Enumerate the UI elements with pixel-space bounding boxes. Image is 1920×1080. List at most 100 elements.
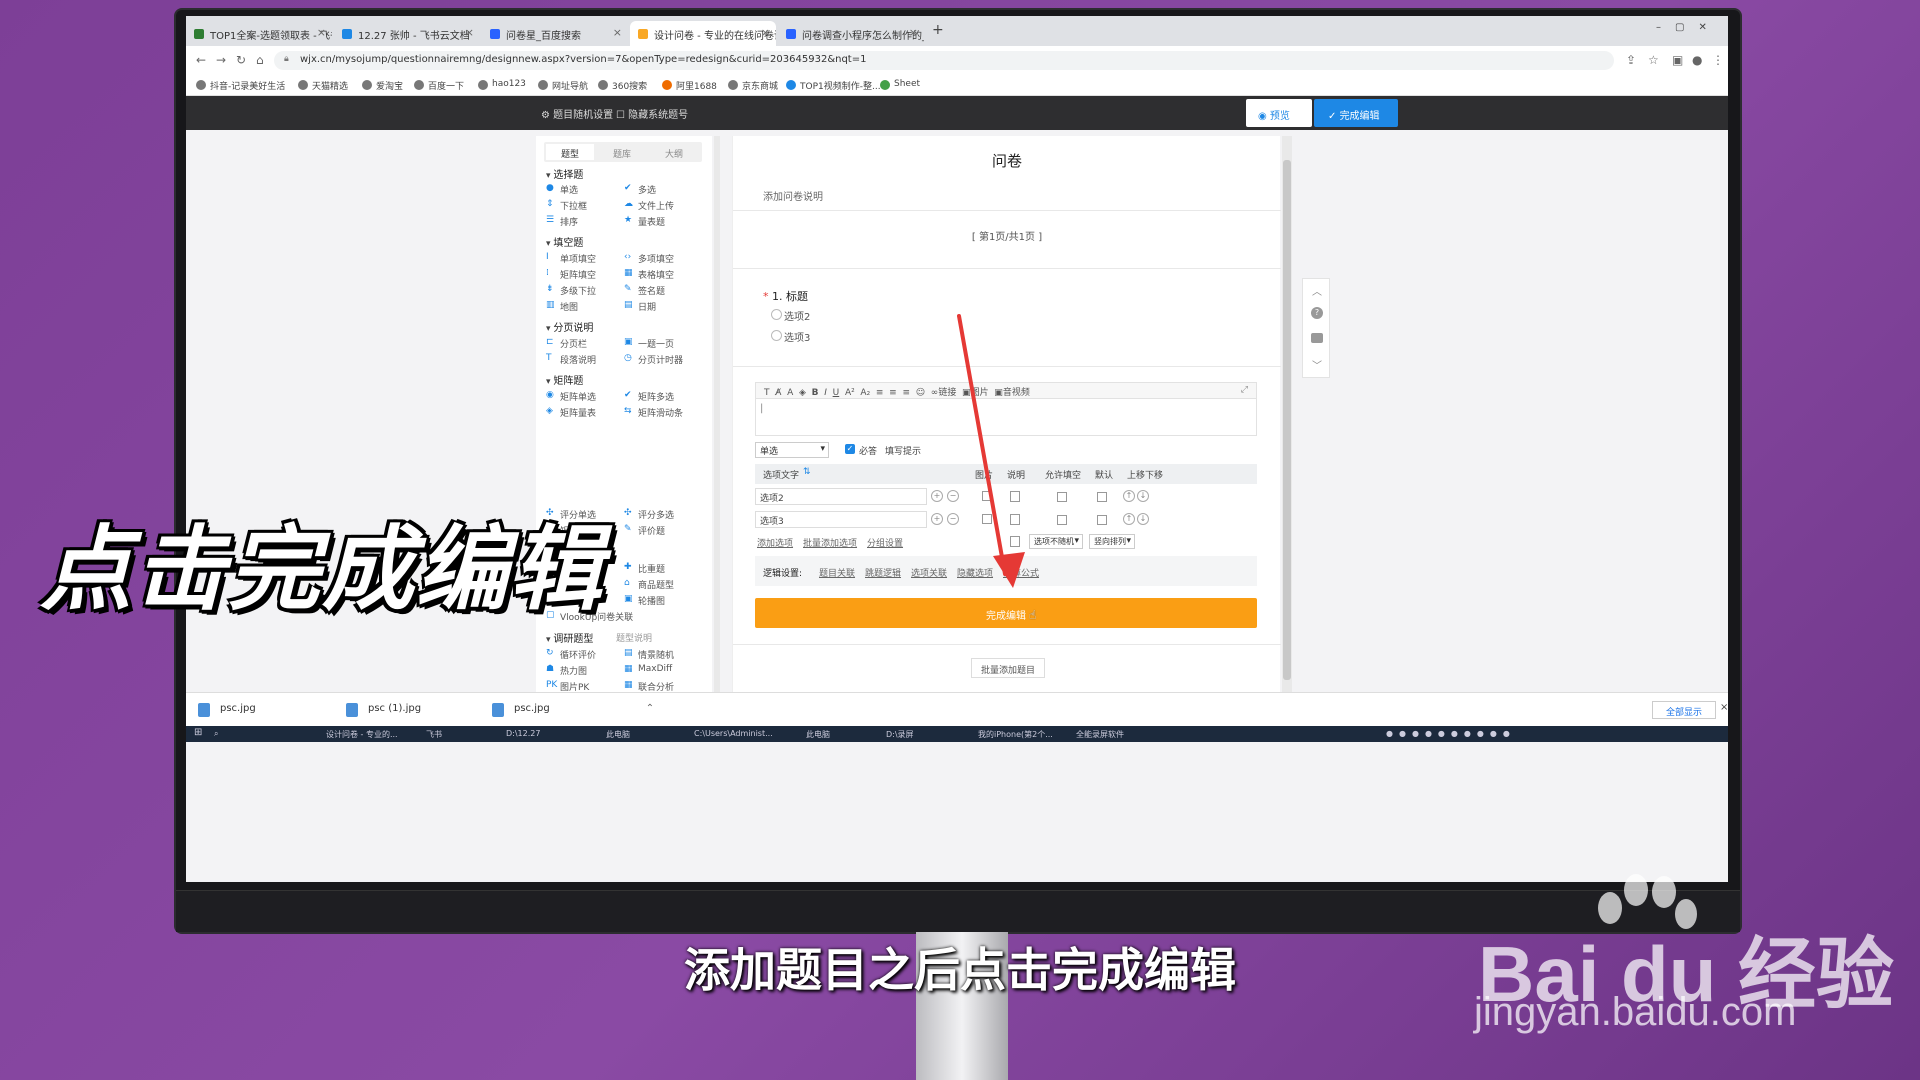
qtype-item[interactable]: ⇆ 矩阵滑动条 <box>624 406 683 419</box>
qtype-item[interactable]: ✔ 多选 <box>624 183 656 196</box>
section-title[interactable]: 选择题 <box>546 166 583 181</box>
home-icon[interactable]: ⌂ <box>256 53 264 67</box>
sidebar-icon[interactable]: ▣ <box>1672 53 1683 67</box>
qtype-item[interactable]: ▦ 表格填空 <box>624 268 674 281</box>
forward-icon[interactable]: → <box>216 53 226 67</box>
bookmark-item[interactable]: 网址导航 <box>538 79 588 92</box>
qtype-item[interactable]: ‹› 多项填空 <box>624 252 674 265</box>
qtype-item[interactable]: I 单项填空 <box>546 252 596 265</box>
taskbar-item[interactable]: 此电脑 <box>806 729 830 740</box>
qtype-item[interactable]: ⌂ 商品题型 <box>624 578 674 591</box>
back-icon[interactable]: ← <box>196 53 206 67</box>
finish-edit-top-button[interactable]: ✓ 完成编辑 <box>1314 99 1398 127</box>
qtype-item[interactable]: ⇟ 多级下拉 <box>546 284 596 297</box>
close-icon[interactable]: × <box>317 26 326 39</box>
close-icon[interactable]: × <box>1720 702 1728 713</box>
section-title[interactable]: 填空题 <box>546 234 583 249</box>
qtype-item[interactable]: ☗ 热力图 <box>546 664 587 677</box>
bookmark-item[interactable]: 360搜索 <box>598 79 647 92</box>
tab-outline[interactable]: 大纲 <box>650 144 698 160</box>
reload-icon[interactable]: ↻ <box>236 53 246 67</box>
qtype-item[interactable]: ▤ 情景随机 <box>624 648 674 661</box>
close-icon[interactable]: × <box>613 26 622 39</box>
taskbar-item[interactable]: 全能录屏软件 <box>1076 729 1124 740</box>
bookmark-star-icon[interactable]: ☆ <box>1648 53 1659 67</box>
bookmark-item[interactable]: 百度一下 <box>414 79 464 92</box>
scroll-bottom-icon[interactable]: ﹀ <box>1312 357 1322 372</box>
qtype-item[interactable]: ⊏ 分页栏 <box>546 337 587 350</box>
qtype-item[interactable]: ◉ 矩阵单选 <box>546 390 596 403</box>
qtype-item[interactable]: ▤ 日期 <box>624 300 656 313</box>
download-item[interactable]: psc.jpg⌃ <box>198 703 360 717</box>
bookmark-item[interactable]: 天猫精选 <box>298 79 348 92</box>
comment-icon[interactable] <box>1311 333 1323 343</box>
preview-button[interactable]: ◉ 预览 <box>1246 99 1312 127</box>
tab-3[interactable]: 设计问卷 - 专业的在线问卷调查× <box>630 21 776 46</box>
qtype-item[interactable]: ↻ 循环评价 <box>546 648 596 661</box>
show-all-button[interactable]: 全部显示 <box>1652 701 1716 719</box>
section-title[interactable]: 分页说明 <box>546 319 593 334</box>
qtype-item[interactable]: ● 单选 <box>546 183 578 196</box>
random-setting-button[interactable]: ⚙ 题目随机设置 <box>541 106 613 121</box>
download-item[interactable]: psc (1).jpg⌃ <box>346 703 505 717</box>
system-tray-icons[interactable]: ●●●●●●●●●● <box>1386 729 1516 738</box>
close-icon[interactable]: × <box>465 26 474 39</box>
qtype-item[interactable]: ☰ 排序 <box>546 215 578 228</box>
panel-scrollbar[interactable] <box>714 136 720 696</box>
bookmark-item[interactable]: 阿里1688 <box>662 79 717 92</box>
chevron-up-icon[interactable]: ⌃ <box>646 703 654 714</box>
qtype-item[interactable]: ▦ MaxDiff <box>624 664 672 674</box>
url-field[interactable]: 🔒︎ wjx.cn/mysojump/questionnairemng/desig… <box>274 51 1614 70</box>
new-tab-button[interactable]: + <box>932 22 944 38</box>
qtype-item[interactable]: T 段落说明 <box>546 353 596 366</box>
qtype-item[interactable]: ✎ 评价题 <box>624 524 665 537</box>
close-icon[interactable]: × <box>761 26 770 39</box>
bookmark-item[interactable]: 抖音-记录美好生活 <box>196 79 285 92</box>
taskbar-item[interactable]: D:\录屏 <box>886 729 914 740</box>
tab-2[interactable]: 问卷星_百度搜索 × <box>482 21 628 46</box>
profile-icon[interactable]: ● <box>1692 53 1702 67</box>
qtype-item[interactable]: ✚ 比重题 <box>624 562 665 575</box>
taskbar-item[interactable]: D:\12.27 <box>506 729 540 738</box>
window-controls[interactable]: –▢✕ <box>1656 22 1721 33</box>
menu-icon[interactable]: ⋮ <box>1712 53 1724 67</box>
search-icon[interactable]: ⌕ <box>214 729 218 739</box>
scroll-thumb[interactable] <box>1283 160 1291 680</box>
bookmark-item[interactable]: Sheet <box>880 79 920 90</box>
qtype-item[interactable]: ✣ 评分多选 <box>624 508 674 521</box>
download-item[interactable]: psc.jpg⌃ <box>492 703 654 717</box>
taskbar-item[interactable]: 飞书 <box>426 729 442 740</box>
taskbar-item[interactable]: 此电脑 <box>606 729 630 740</box>
qtype-item[interactable]: ✎ 签名题 <box>624 284 665 297</box>
taskbar-item[interactable]: 我的iPhone(第2个... <box>978 729 1053 740</box>
qtype-item[interactable]: ★ 量表题 <box>624 215 665 228</box>
qtype-item[interactable]: ✔ 矩阵多选 <box>624 390 674 403</box>
qtype-item[interactable]: ▥ 地图 <box>546 300 578 313</box>
tab-question-types[interactable]: 题型 <box>546 144 594 160</box>
taskbar-item[interactable]: C:\Users\Administ... <box>694 729 773 738</box>
bookmark-item[interactable]: hao123 <box>478 79 526 90</box>
qtype-item[interactable]: ⇕ 下拉框 <box>546 199 587 212</box>
scroll-top-icon[interactable]: ︿ <box>1312 283 1322 298</box>
tab-1[interactable]: 12.27 张帅 - 飞书云文档 × <box>334 21 480 46</box>
qtype-item[interactable]: ◷ 分页计时器 <box>624 353 683 366</box>
bookmark-item[interactable]: 京东商城 <box>728 79 778 92</box>
qtype-help-link[interactable]: 题型说明 <box>616 631 652 644</box>
qtype-item[interactable]: ◈ 矩阵量表 <box>546 406 596 419</box>
qtype-item[interactable]: ⁞ 矩阵填空 <box>546 268 596 281</box>
qtype-item[interactable]: ▣ 一题一页 <box>624 337 674 350</box>
close-icon[interactable]: × <box>909 26 918 39</box>
tab-0[interactable]: TOP1全案-选题领取表 - 飞书云× <box>186 21 332 46</box>
hide-numbers-toggle[interactable]: ☐ 隐藏系统题号 <box>616 106 688 121</box>
tab-question-bank[interactable]: 题库 <box>598 144 646 160</box>
qtype-item[interactable]: ☁ 文件上传 <box>624 199 674 212</box>
tab-4[interactable]: 问卷调查小程序怎么制作的_百度× <box>778 21 924 46</box>
qtype-item[interactable]: ▣ 轮播图 <box>624 594 665 607</box>
section-title[interactable]: 调研题型 <box>546 630 593 645</box>
bookmark-item[interactable]: TOP1视频制作-整... <box>786 79 881 92</box>
share-icon[interactable]: ⇪ <box>1626 53 1636 67</box>
bookmark-item[interactable]: 爱淘宝 <box>362 79 403 92</box>
taskbar-item[interactable]: 设计问卷 - 专业的... <box>326 729 398 740</box>
windows-start-icon[interactable]: ⊞ <box>194 727 202 738</box>
canvas-scrollbar[interactable] <box>1282 136 1292 696</box>
